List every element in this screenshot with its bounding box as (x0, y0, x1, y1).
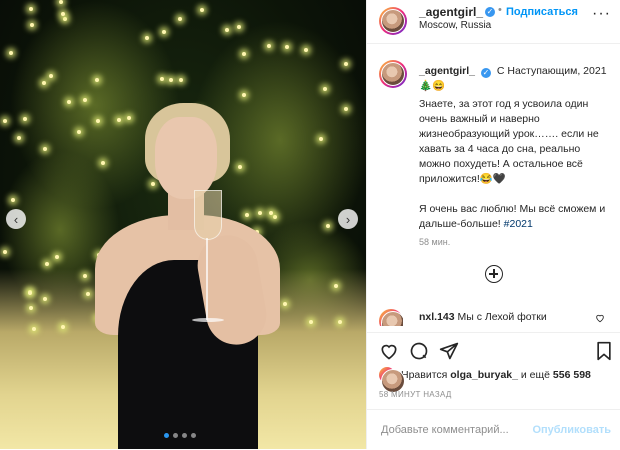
hashtag-link[interactable]: #2021 (504, 218, 533, 230)
fairy-light (2, 118, 7, 123)
carousel-dot (173, 433, 178, 438)
carousel-dots (164, 433, 196, 438)
header-username[interactable]: _agentgirl_ (419, 5, 483, 19)
fairy-light (303, 48, 308, 53)
comment-text-line: nxl.143 Мы с Лехой фотки (419, 311, 547, 323)
carousel-dot (182, 433, 187, 438)
fairy-light (177, 17, 182, 22)
woman-figure (90, 95, 280, 449)
comment-bubble-icon[interactable] (409, 341, 429, 361)
fairy-light (45, 261, 50, 266)
likes-line: Нравится olga_buryak_ и ещё 556 598 (379, 367, 591, 393)
comment-username[interactable]: nxl.143 (419, 311, 455, 323)
caption-time: 58 мин. (419, 237, 451, 247)
avatar[interactable] (379, 7, 407, 35)
fairy-light (199, 7, 204, 12)
fairy-light (333, 283, 338, 288)
liker-username[interactable]: olga_buryak_ (450, 369, 518, 381)
caption-body-paragraph-1: Знаете, за этот год я усвоила один очень… (419, 98, 599, 185)
verified-icon: ✓ (480, 68, 491, 78)
glass-stem (206, 238, 208, 320)
add-comment-bar: Добавьте комментарий... Опубликовать (367, 409, 620, 450)
fairy-light (29, 6, 34, 11)
fairy-light (82, 97, 87, 102)
follow-button[interactable]: Подписаться (506, 6, 578, 18)
comment-text: Мы с Лехой фотки (457, 311, 547, 323)
like-heart-icon[interactable] (379, 341, 399, 361)
fairy-light (3, 249, 8, 254)
fairy-light (48, 73, 53, 78)
glass-bowl (194, 190, 222, 240)
save-bookmark-icon[interactable] (595, 341, 613, 361)
verified-icon: ✓ (485, 7, 495, 17)
caption-body: Знаете, за этот год я усвоила один очень… (419, 97, 609, 232)
likes-prefix: Нравится (401, 369, 448, 381)
fairy-light (82, 274, 87, 279)
fairy-light (10, 198, 15, 203)
carousel-dot (191, 433, 196, 438)
share-paper-plane-icon[interactable] (439, 341, 459, 361)
fairy-light (8, 50, 13, 55)
carousel-next-button[interactable]: › (338, 209, 358, 229)
fairy-light (162, 29, 167, 34)
fairy-light (224, 28, 229, 33)
fairy-light (41, 80, 46, 85)
caption-title-emoji: 🎄😄 (419, 80, 446, 92)
fairy-light (236, 25, 241, 30)
fairy-light (27, 290, 32, 295)
caption-title: С Наступающим, 2021 (496, 65, 607, 77)
add-comment-input[interactable]: Добавьте комментарий... (381, 424, 509, 436)
fairy-light (309, 319, 313, 324)
publish-button[interactable]: Опубликовать (532, 424, 611, 436)
caption-body-paragraph-2: Я очень вас люблю! Мы всё сможем и дальш… (419, 202, 609, 232)
comment-avatar[interactable] (379, 309, 403, 326)
load-more-comments-icon[interactable] (485, 265, 503, 283)
post-header: _agentgirl_ ✓ • Подписаться ··· Moscow, … (367, 0, 620, 44)
fairy-light (28, 305, 33, 310)
wine-glass (192, 190, 224, 330)
fairy-light (29, 22, 34, 27)
post-photo[interactable]: ‹ › (0, 0, 366, 449)
post-timestamp: 58 МИНУТ НАЗАД (379, 390, 452, 399)
face (155, 117, 217, 199)
fairy-light (284, 45, 289, 50)
likes-count[interactable]: 556 598 (553, 369, 591, 381)
fairy-light (322, 87, 327, 92)
carousel-prev-button[interactable]: ‹ (6, 209, 26, 229)
instagram-post: ‹ › _agentgirl_ ✓ • Подписаться ··· Mosc… (0, 0, 620, 449)
glass-base (192, 318, 224, 322)
post-sidebar: _agentgirl_ ✓ • Подписаться ··· Moscow, … (366, 0, 620, 449)
liker-avatar[interactable] (379, 367, 405, 393)
comment-like-icon[interactable] (595, 313, 605, 323)
fairy-light (179, 77, 184, 82)
fairy-light (241, 52, 246, 57)
comment-row: nxl.143 Мы с Лехой фотки (379, 309, 611, 327)
caption-title-line: _agentgirl_ ✓ С Наступающим, 2021 🎄😄 (419, 64, 619, 94)
likes-middle: и ещё (520, 369, 550, 381)
separator: • (498, 4, 502, 16)
caption-username[interactable]: _agentgirl_ (419, 65, 475, 77)
carousel-dot (164, 433, 169, 438)
more-options-icon[interactable]: ··· (592, 5, 611, 23)
caption-avatar[interactable] (379, 60, 407, 88)
fairy-light (43, 296, 48, 301)
location-link[interactable]: Moscow, Russia (419, 20, 491, 31)
action-bar (367, 332, 620, 367)
fairy-light (59, 0, 64, 5)
